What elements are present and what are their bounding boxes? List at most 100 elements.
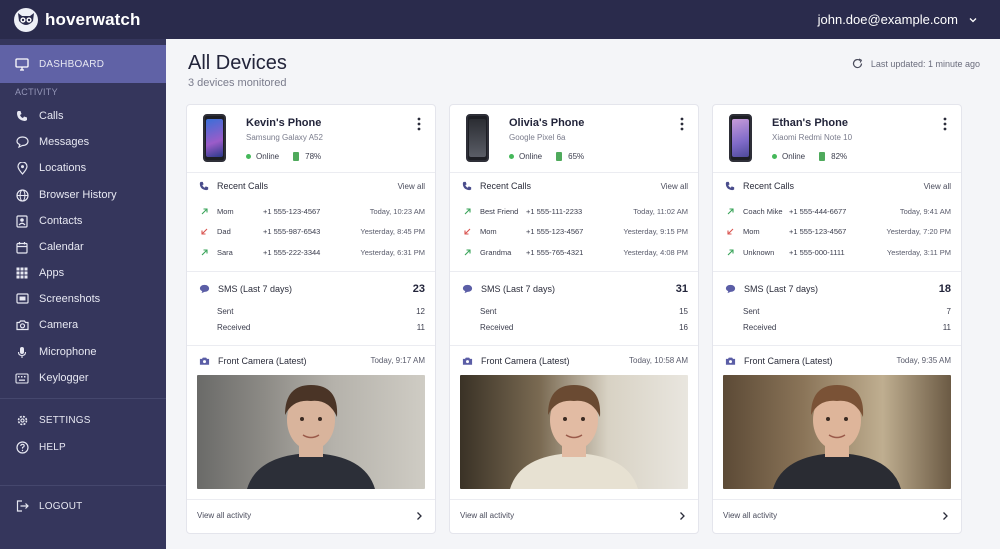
last-updated-text: Last updated: 1 minute ago (870, 58, 980, 69)
sms-sent-row: Sent 12 (217, 307, 425, 316)
sms-header: SMS (Last 7 days) (199, 284, 292, 294)
sidebar-divider (0, 398, 166, 399)
battery-icon (819, 152, 826, 161)
view-all-activity-link[interactable]: View all activity (197, 511, 251, 520)
front-camera-photo[interactable] (723, 375, 951, 489)
device-header: Kevin's Phone Samsung Galaxy A52 Online … (187, 105, 435, 173)
section-divider (450, 499, 698, 500)
phone-image (466, 114, 489, 162)
chat-bubble-icon (462, 284, 473, 294)
call-row[interactable]: Mom +1 555-123-4567 Yesterday, 7:20 PM (713, 227, 961, 241)
call-row[interactable]: Best Friend +1 555-111-2233 Today, 11:02… (450, 207, 698, 221)
outgoing-call-arrow-icon (727, 208, 734, 215)
call-contact: Best Friend (480, 207, 519, 216)
view-all-calls-link[interactable]: View all (924, 182, 951, 191)
camera-icon (15, 318, 29, 332)
sidebar-item-logout[interactable]: LOGOUT (0, 499, 166, 513)
more-options-icon[interactable] (943, 117, 947, 131)
sidebar-item-browser-history[interactable]: Browser History (0, 188, 166, 202)
portrait-silhouette (247, 385, 375, 489)
call-number: +1 555-444-6677 (789, 207, 847, 216)
last-updated[interactable]: Last updated: 1 minute ago (852, 58, 980, 69)
microphone-icon (15, 345, 29, 359)
view-all-activity-link[interactable]: View all activity (460, 511, 514, 520)
sidebar-item-label: Messages (39, 136, 90, 148)
front-camera-photo[interactable] (197, 375, 425, 489)
calendar-icon (15, 240, 29, 254)
chevron-right-icon[interactable] (941, 511, 949, 521)
sidebar-item-contacts[interactable]: Contacts (0, 214, 166, 228)
call-row[interactable]: Sara +1 555-222-3344 Yesterday, 6:31 PM (187, 248, 435, 262)
sidebar-item-settings[interactable]: SETTINGS (0, 413, 166, 427)
sms-received-row: Received 16 (480, 323, 688, 332)
view-all-activity-link[interactable]: View all activity (723, 511, 777, 520)
sms-title: SMS (Last 7 days) (218, 284, 293, 294)
camera-header: Front Camera (Latest) (725, 356, 833, 366)
sms-sent-value: 12 (416, 307, 425, 316)
sms-total: 18 (938, 283, 951, 295)
section-divider (450, 271, 698, 272)
logo-text: hoverwatch (45, 9, 141, 29)
sms-received-label: Received (217, 323, 251, 332)
sidebar-item-microphone[interactable]: Microphone (0, 345, 166, 359)
sidebar-item-keylogger[interactable]: Keylogger (0, 371, 166, 385)
sidebar-item-camera[interactable]: Camera (0, 318, 166, 332)
call-contact: Coach Mike (743, 207, 783, 216)
sms-sent-label: Sent (743, 307, 760, 316)
sms-sent-row: Sent 15 (480, 307, 688, 316)
phone-icon (725, 181, 735, 191)
front-camera-photo[interactable] (460, 375, 688, 489)
call-number: +1 555-123-4567 (526, 227, 584, 236)
sms-header: SMS (Last 7 days) (725, 284, 818, 294)
sms-sent-value: 7 (946, 307, 951, 316)
sidebar-item-dashboard[interactable]: DASHBOARD (0, 45, 166, 83)
section-divider (187, 271, 435, 272)
view-all-calls-link[interactable]: View all (661, 182, 688, 191)
device-model: Xiaomi Redmi Note 10 (772, 133, 853, 142)
device-status: Online 65% (509, 152, 584, 161)
call-row[interactable]: Unknown +1 555-000-1111 Yesterday, 3:11 … (713, 248, 961, 262)
sidebar-item-calendar[interactable]: Calendar (0, 240, 166, 254)
device-card: Kevin's Phone Samsung Galaxy A52 Online … (186, 104, 436, 534)
sidebar-item-screenshots[interactable]: Screenshots (0, 292, 166, 306)
page-title: All Devices (188, 52, 287, 74)
call-contact: Grandma (480, 248, 512, 257)
more-options-icon[interactable] (680, 117, 684, 131)
battery-level: 65% (568, 152, 585, 161)
more-options-icon[interactable] (417, 117, 421, 131)
call-row[interactable]: Coach Mike +1 555-444-6677 Today, 9:41 A… (713, 207, 961, 221)
camera-icon (462, 357, 473, 365)
call-time: Yesterday, 7:20 PM (886, 227, 951, 236)
section-divider (713, 345, 961, 346)
sidebar-item-calls[interactable]: Calls (0, 109, 166, 123)
chevron-right-icon[interactable] (678, 511, 686, 521)
call-row[interactable]: Mom +1 555-123-4567 Today, 10:23 AM (187, 207, 435, 221)
sidebar-item-label: DASHBOARD (39, 58, 105, 70)
chevron-right-icon[interactable] (415, 511, 423, 521)
call-number: +1 555-222-3344 (263, 248, 321, 257)
camera-title: Front Camera (Latest) (744, 356, 833, 366)
sidebar-item-locations[interactable]: Locations (0, 161, 166, 175)
battery-level: 78% (305, 152, 322, 161)
sms-received-row: Received 11 (217, 323, 425, 332)
sidebar-item-messages[interactable]: Messages (0, 135, 166, 149)
sidebar-item-label: Contacts (39, 215, 83, 227)
view-all-calls-link[interactable]: View all (398, 182, 425, 191)
logo[interactable]: hoverwatch (14, 7, 141, 32)
sms-total: 23 (412, 283, 425, 295)
device-card: Olivia's Phone Google Pixel 6a Online 65… (449, 104, 699, 534)
recent-calls-header: Recent Calls (199, 181, 268, 191)
call-contact: Mom (217, 207, 234, 216)
sidebar-item-apps[interactable]: Apps (0, 266, 166, 280)
call-row[interactable]: Grandma +1 555-765-4321 Yesterday, 4:08 … (450, 248, 698, 262)
call-row[interactable]: Dad +1 555-987-6543 Yesterday, 8:45 PM (187, 227, 435, 241)
call-contact: Unknown (743, 248, 775, 257)
sidebar-item-help[interactable]: HELP (0, 440, 166, 454)
account-menu[interactable]: john.doe@example.com (818, 0, 978, 39)
call-row[interactable]: Mom +1 555-123-4567 Yesterday, 9:15 PM (450, 227, 698, 241)
main-content: All Devices 3 devices monitored Last upd… (166, 39, 1000, 549)
phone-image (203, 114, 226, 162)
sidebar-item-label: SETTINGS (39, 414, 91, 426)
camera-icon (199, 357, 210, 365)
call-time: Today, 11:02 AM (633, 207, 688, 216)
